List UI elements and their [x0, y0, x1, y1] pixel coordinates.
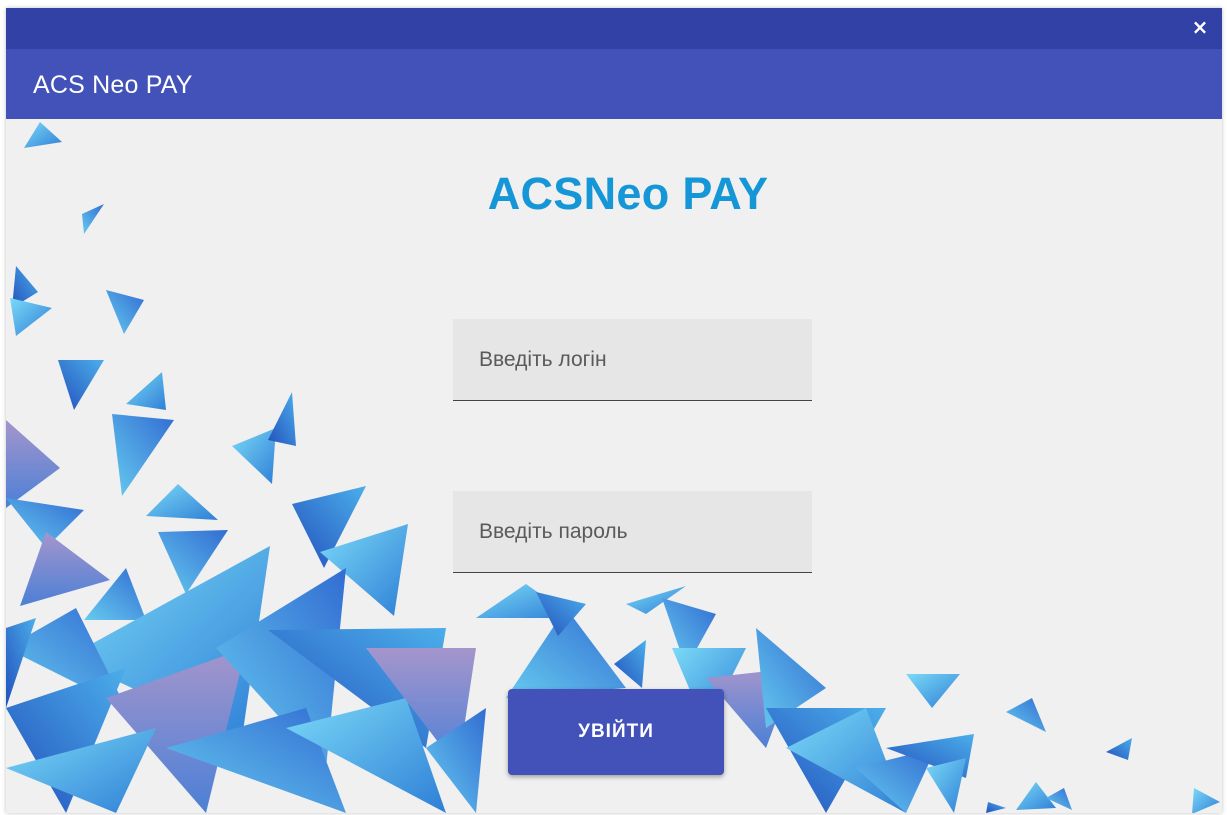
- close-icon[interactable]: ×: [1188, 15, 1212, 39]
- login-field[interactable]: [453, 319, 812, 401]
- password-input[interactable]: [477, 513, 801, 551]
- app-toolbar: ACS Neo PAY: [6, 49, 1222, 119]
- app-title: ACS Neo PAY: [33, 71, 193, 99]
- window-titlebar: ×: [6, 8, 1222, 49]
- login-button[interactable]: УВІЙТИ: [508, 689, 724, 775]
- brand-title: ACSNeo PAY: [487, 168, 769, 219]
- password-field[interactable]: [453, 491, 812, 573]
- app-window: × ACS Neo PAY ACSNeo PAY Введіть логін У…: [6, 8, 1222, 813]
- login-input[interactable]: [477, 341, 801, 379]
